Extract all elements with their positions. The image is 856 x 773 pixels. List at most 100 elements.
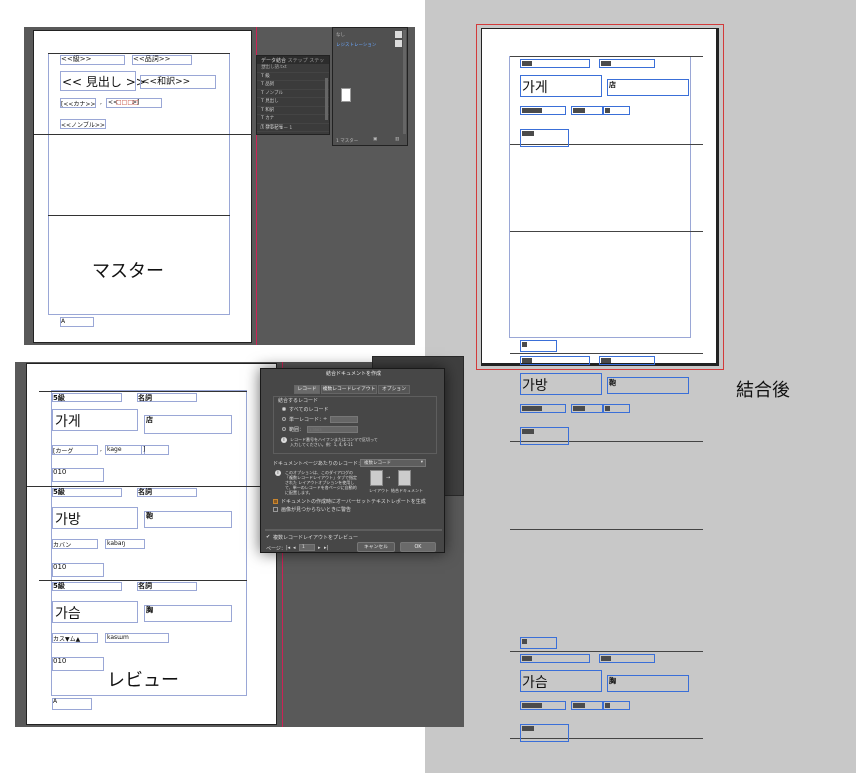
review-hinshi: 名詞 [138, 488, 152, 496]
merged-meaning-box[interactable]: 店 [607, 79, 689, 96]
pages-panel[interactable]: なし レジストレーション 1 マスター ▣ ▥ [332, 27, 408, 146]
field-kana: [<<カナ>> [61, 101, 96, 108]
radio-all-records[interactable] [282, 407, 286, 411]
page-input[interactable]: 1 [299, 544, 315, 551]
review-roma: kabaŋ [107, 540, 126, 547]
data-field-row[interactable]: T 見出し [257, 98, 329, 107]
review-rule-1 [39, 391, 247, 392]
frame-close[interactable] [141, 445, 169, 455]
swatch-registration[interactable]: レジストレーション [336, 42, 376, 48]
data-merge-panel[interactable]: データ結合 ステップ ステップ 見出し語.txt T 級 T 品詞 T ノンブル… [256, 55, 330, 135]
tab-record[interactable]: レコード [294, 385, 320, 394]
preview-checkbox[interactable]: ☐ [260, 126, 264, 131]
merged-meaning: 鞄 [609, 379, 616, 387]
data-merge-scrollbar[interactable] [325, 78, 328, 120]
merged-field-box[interactable] [603, 404, 630, 413]
new-page-icon[interactable]: ▣ [373, 137, 377, 142]
range-note: レコード番号をハイフンまたはコンマで区切って入力してください。例：1, 4, 6… [290, 437, 378, 447]
merged-field-box[interactable] [603, 701, 630, 710]
field-tag [605, 406, 610, 411]
field-tag [522, 429, 534, 434]
last-page-icon[interactable]: ▸| [324, 545, 328, 551]
merged-field-box[interactable] [603, 106, 630, 115]
merged-field-box[interactable] [520, 404, 566, 413]
swatch-none[interactable]: なし [336, 32, 345, 38]
frame-a[interactable] [52, 698, 92, 710]
merged-field-box[interactable] [599, 654, 655, 663]
data-field-row[interactable]: T 品詞 [257, 81, 329, 90]
radio-range[interactable] [282, 427, 286, 431]
field-tag [522, 358, 532, 363]
preview-label: 複数レコードレイアウトをプレビュー [273, 535, 359, 541]
merged-field-box[interactable] [520, 427, 569, 445]
page-thumbnail[interactable] [341, 88, 351, 102]
stepper-icon[interactable]: ÷ [323, 416, 327, 422]
merged-meaning-box[interactable]: 鞄 [607, 377, 689, 394]
records-info: このオプションは、このダイアログの「複数レコードレイアウト」タブで指定された レ… [285, 470, 357, 495]
merged-field-box[interactable] [520, 59, 590, 68]
merged-field-box[interactable] [571, 106, 603, 115]
merged-field-box[interactable] [520, 356, 590, 365]
tab-multi-record-layout[interactable]: 複数レコードレイアウト [321, 385, 377, 394]
data-merge-tabs[interactable]: データ結合 ステップ ステップ [257, 56, 329, 71]
next-page-icon[interactable]: ▸ [318, 545, 321, 551]
create-merged-document-dialog[interactable]: 結合ドキュメントを作成 レコード 複数レコードレイアウト オプション 結合するレ… [260, 368, 445, 553]
tab-options[interactable]: オプション [378, 385, 410, 394]
preview-checkbox[interactable]: ✔ [266, 534, 270, 540]
field-tag [522, 639, 527, 644]
field-tag [522, 108, 542, 113]
merged-field-box[interactable] [520, 129, 569, 147]
records-per-page-select[interactable]: 複数レコード ▾ [360, 459, 426, 467]
layout-icon [370, 470, 383, 486]
swatch-chip[interactable] [395, 31, 402, 38]
data-merge-tab-2[interactable]: ステップ [288, 58, 308, 64]
review-kana: カス▼ム▲ [53, 636, 81, 643]
merged-headword-box[interactable]: 가방 [520, 373, 602, 395]
merged-headword-box[interactable]: 가슴 [520, 670, 602, 692]
cancel-button[interactable]: キャンセル [357, 542, 395, 552]
overset-label: ドキュメントの作成時にオーバーセットテキストレポートを生成 [281, 499, 426, 505]
field-kyu: <<級>> [61, 55, 92, 63]
frame-meaning[interactable] [144, 415, 232, 434]
data-field-row[interactable]: T カナ [257, 115, 329, 124]
swatch-chip[interactable] [395, 40, 402, 47]
frame-meaning[interactable] [144, 511, 232, 528]
merged-field-box[interactable] [571, 701, 603, 710]
field-tag [573, 108, 585, 113]
master-rule-2 [34, 134, 252, 135]
data-field-row[interactable]: T 級 [257, 73, 329, 81]
overset-checkbox[interactable] [273, 499, 278, 504]
field-tag [601, 358, 611, 363]
merged-meaning-box[interactable]: 胸 [607, 675, 689, 692]
merged-field-box[interactable] [599, 59, 655, 68]
single-record-input[interactable] [330, 416, 358, 423]
records-per-page-label: ドキュメントページあたりのレコード： [273, 461, 363, 467]
page-nav[interactable]: 1 [289, 126, 292, 131]
merged-field-box[interactable] [520, 654, 590, 663]
data-field-row[interactable]: T ノンブル [257, 90, 329, 98]
merged-field-box[interactable] [520, 637, 557, 649]
first-page-icon[interactable]: |◂ [286, 545, 290, 551]
trash-icon[interactable]: ▥ [395, 137, 399, 142]
review-headword: 가방 [55, 512, 81, 528]
pages-scrollbar[interactable] [403, 30, 406, 134]
review-hinshi: 名詞 [138, 582, 152, 590]
review-kana: カバン [53, 542, 72, 549]
field-tag [573, 703, 585, 708]
merged-headword-box[interactable]: 가게 [520, 75, 602, 97]
merged-field-box[interactable] [520, 340, 557, 352]
merged-field-box[interactable] [599, 356, 655, 365]
frame-meaning[interactable] [144, 605, 232, 622]
merged-field-box[interactable] [520, 106, 566, 115]
image-warn-checkbox[interactable] [273, 507, 278, 512]
range-input[interactable] [307, 426, 358, 433]
merged-field-box[interactable] [520, 701, 566, 710]
merged-field-box[interactable] [520, 724, 569, 742]
data-field-row[interactable]: T 和訳 [257, 107, 329, 115]
ok-button[interactable]: OK [400, 542, 436, 552]
merged-field-box[interactable] [571, 404, 603, 413]
prev-page-icon[interactable]: ◂ [293, 545, 296, 551]
review-sep: , [100, 446, 102, 453]
pages-footer: 1 マスター [336, 139, 359, 144]
radio-single-record[interactable] [282, 417, 286, 421]
